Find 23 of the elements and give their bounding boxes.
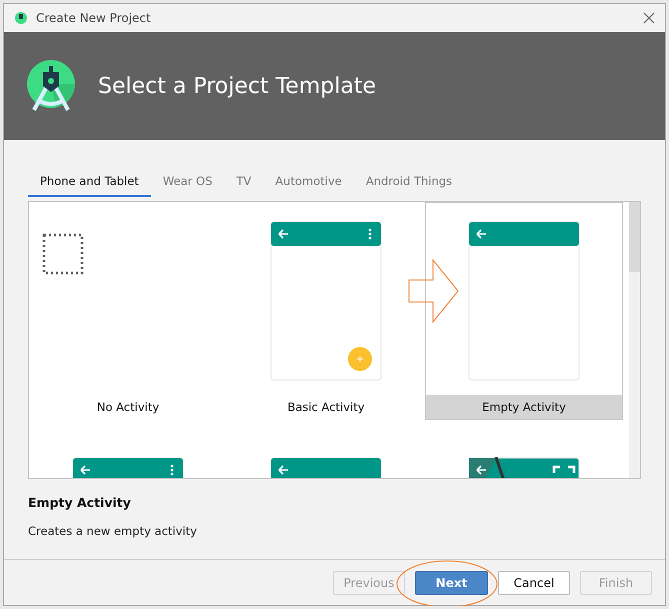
template-name: Empty Activity	[426, 395, 622, 419]
dialog-button[interactable]: Cancel	[498, 570, 570, 594]
arrow-annotation-drawing	[408, 259, 460, 323]
platform-tab[interactable]: Phone and Tablet	[28, 170, 151, 197]
platform-tab[interactable]: Wear OS	[150, 170, 224, 197]
description-title: Empty Activity	[28, 495, 132, 510]
dialog-button[interactable]: Next	[415, 570, 488, 594]
template-name: No Activity	[96, 399, 160, 416]
template-card[interactable]: Empty Activity	[425, 202, 623, 420]
template-card[interactable]: No Activity	[29, 202, 227, 420]
window-title: Create New Project	[36, 11, 152, 25]
close-icon[interactable]	[643, 12, 655, 24]
empty-frame-icon	[42, 233, 84, 275]
platform-tab[interactable]: Automotive	[263, 170, 354, 197]
app-logo-icon	[14, 11, 28, 25]
scrollbar-thumb[interactable]	[629, 202, 640, 272]
template-card[interactable]: Basic Activity	[227, 202, 425, 420]
platform-tab[interactable]: Android Things	[354, 170, 464, 197]
compass-logo-icon	[26, 60, 76, 112]
header-title: Select a Project Template	[98, 74, 376, 98]
platform-tab[interactable]: TV	[224, 170, 264, 197]
template-name: Basic Activity	[286, 399, 366, 416]
description-text: Creates a new empty activity	[28, 524, 198, 538]
